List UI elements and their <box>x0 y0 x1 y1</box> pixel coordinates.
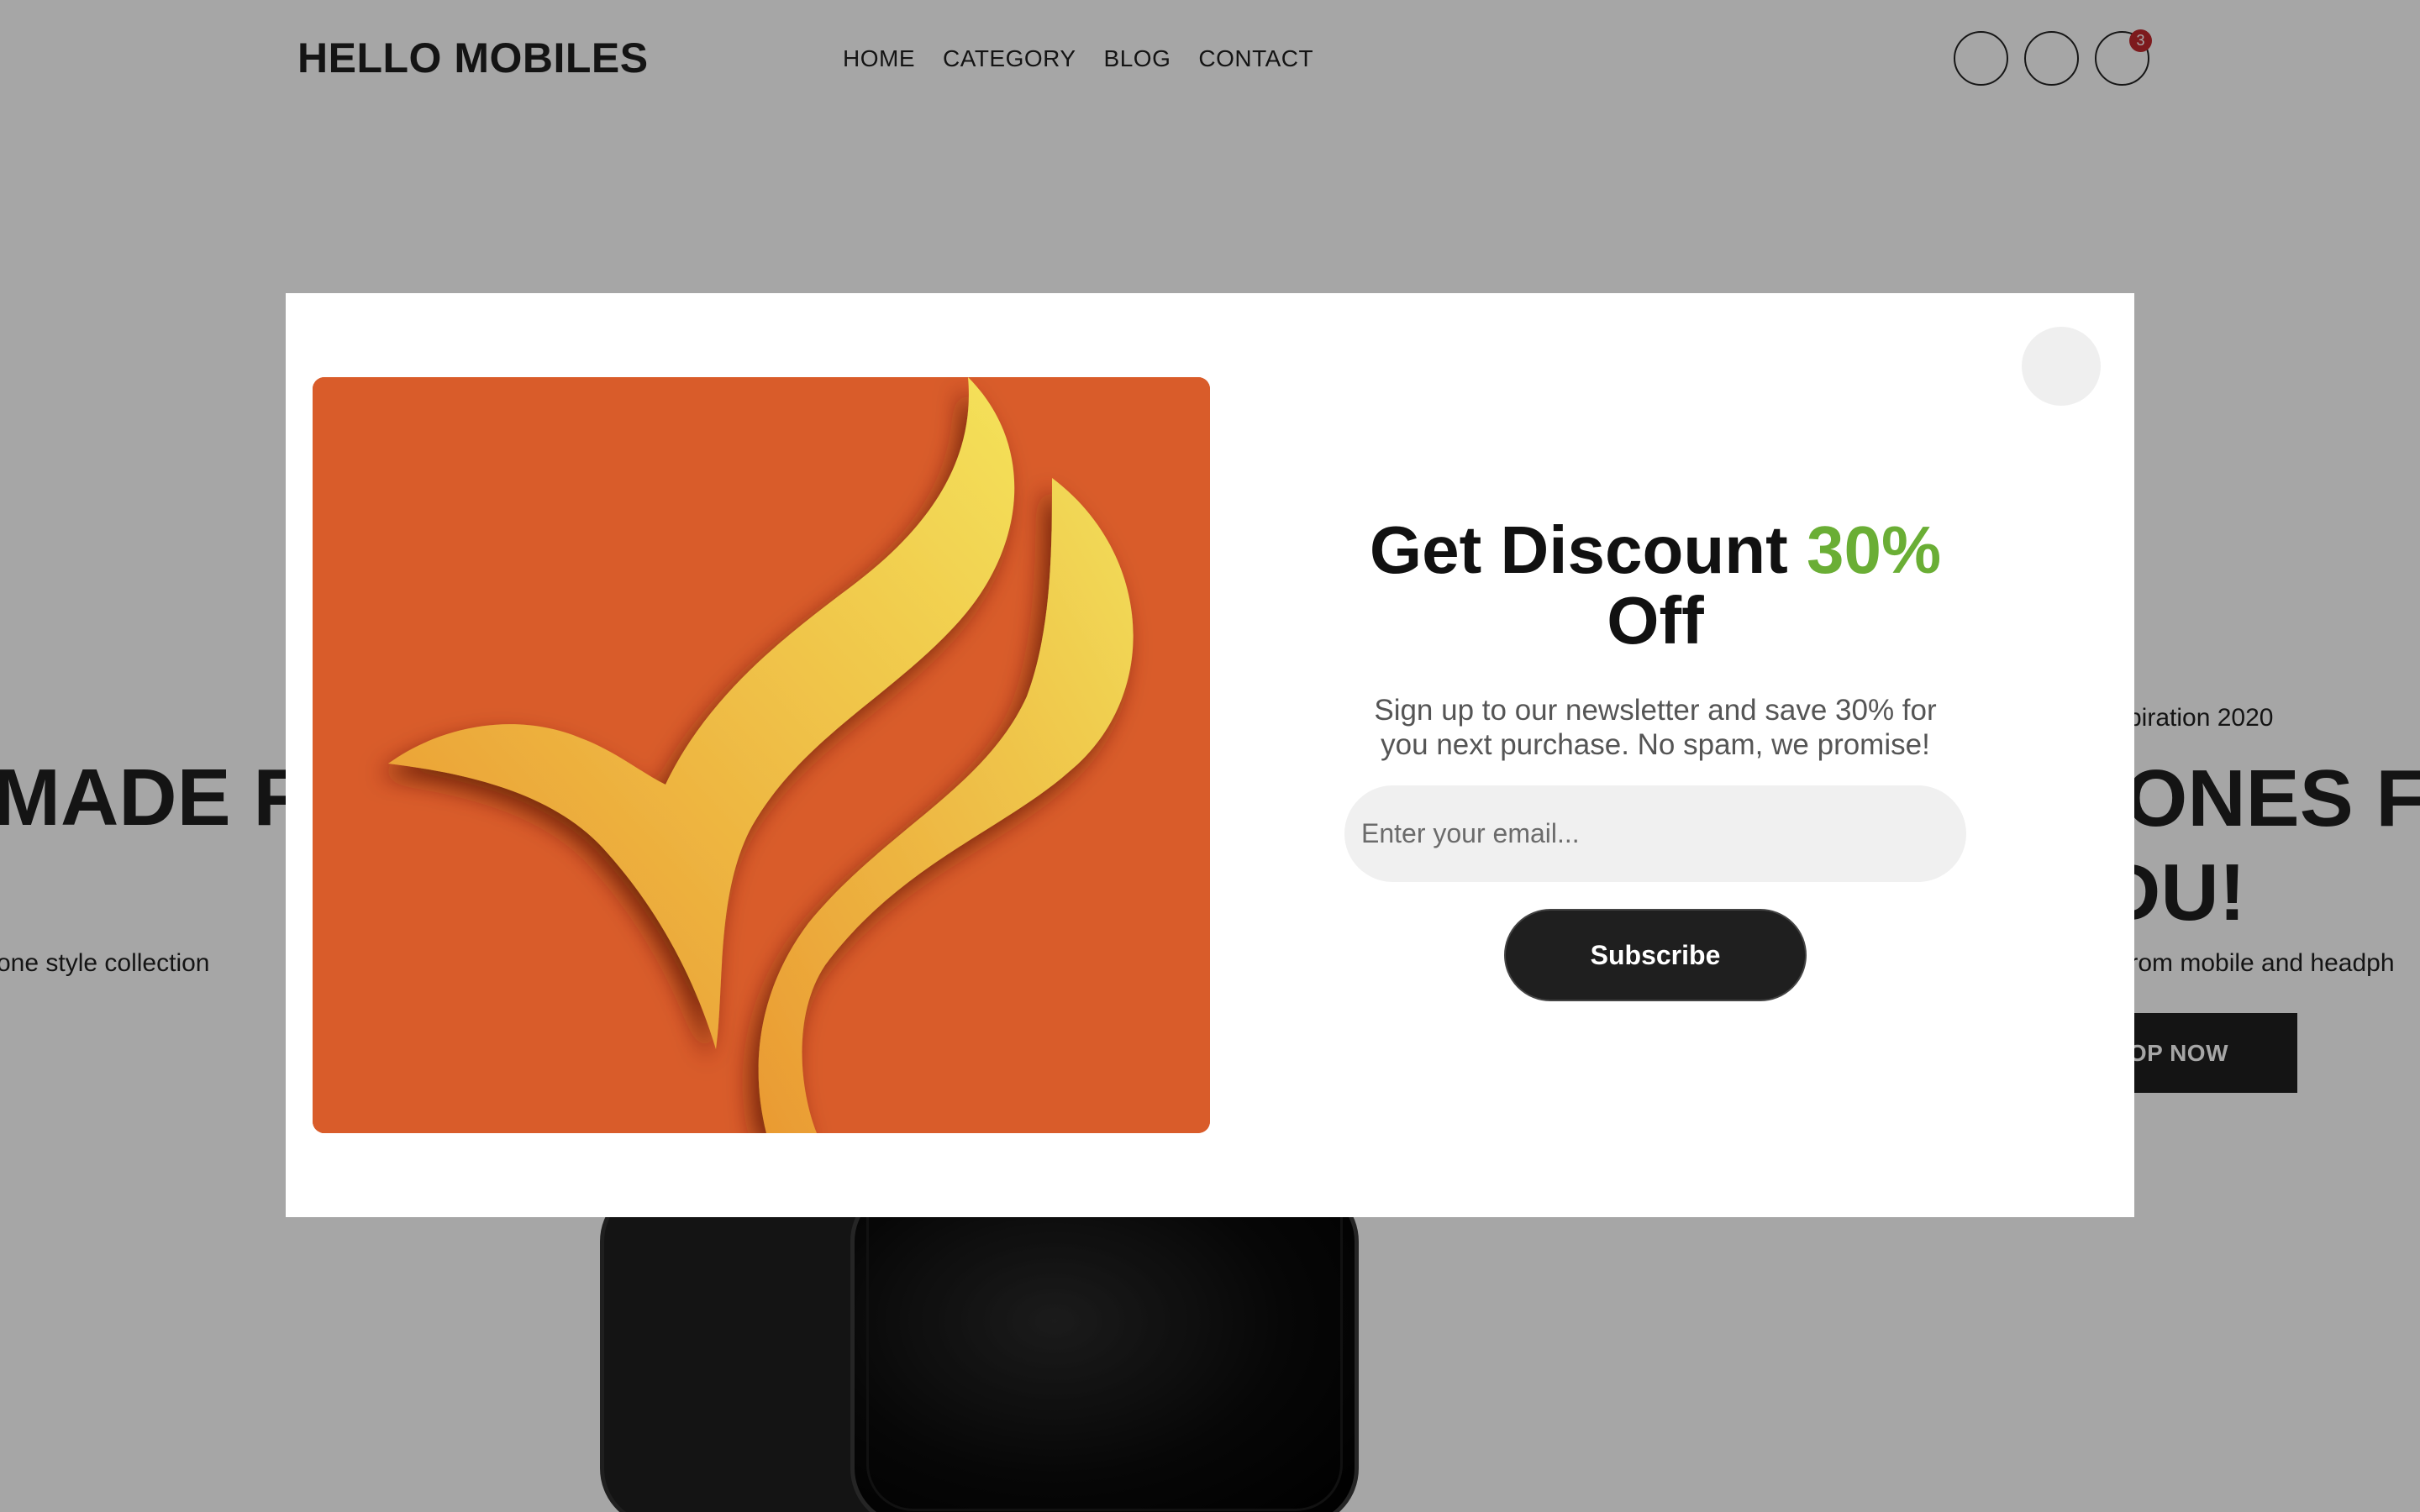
discount-highlight: 30% <box>1806 512 1942 587</box>
email-field[interactable] <box>1344 785 1966 882</box>
newsletter-modal: Get Discount 30% Off Sign up to our newsl… <box>286 293 2134 1217</box>
title-text-start: Get Discount <box>1369 512 1807 587</box>
subscribe-button[interactable]: Subscribe <box>1504 909 1807 1001</box>
title-text-end: Off <box>1607 583 1704 658</box>
promo-image <box>313 377 1210 1133</box>
newsletter-content: Get Discount 30% Off Sign up to our newsl… <box>1344 515 1966 1001</box>
brand-check-logo-icon <box>313 377 1210 1133</box>
modal-description: Sign up to our newsletter and save 30% f… <box>1374 694 1937 761</box>
modal-title: Get Discount 30% Off <box>1344 515 1966 656</box>
close-modal-button[interactable] <box>2022 327 2101 406</box>
